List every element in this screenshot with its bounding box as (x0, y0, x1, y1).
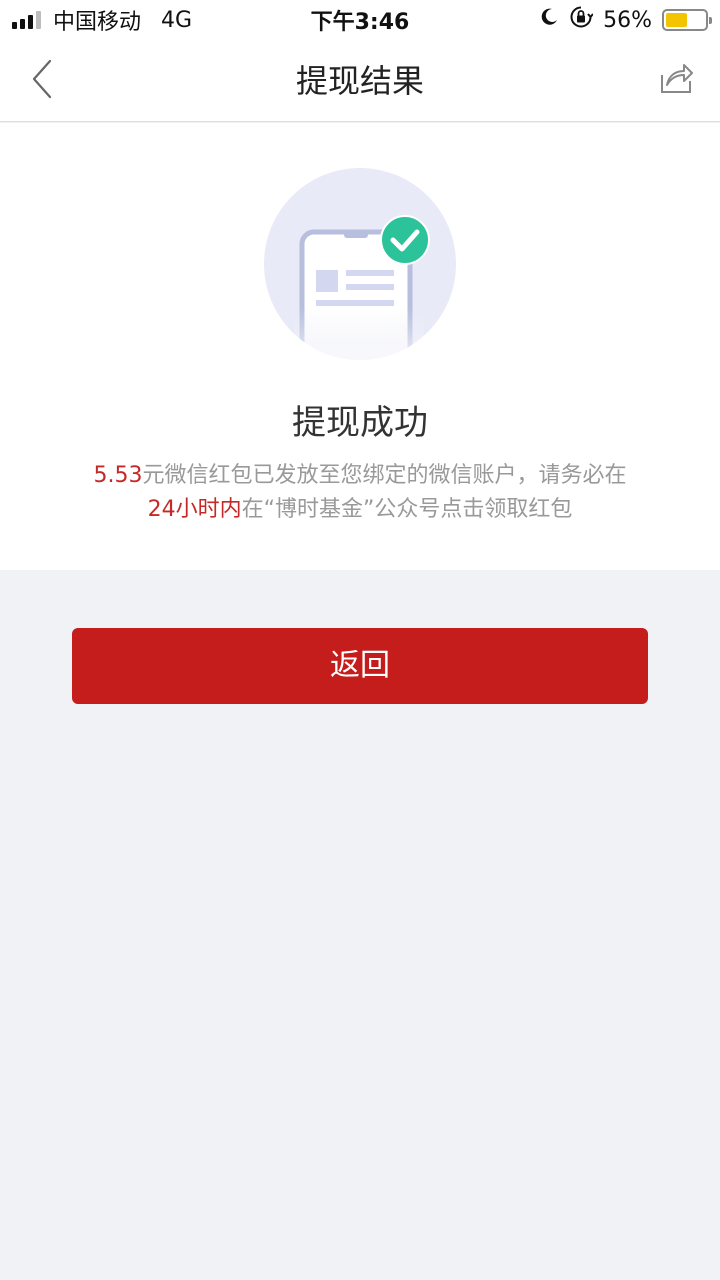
battery-percent: 56% (603, 7, 652, 33)
claim-deadline: 24小时内 (147, 497, 242, 522)
result-title: 提现成功 (292, 403, 428, 443)
share-button[interactable] (656, 60, 696, 100)
status-right: 56% (539, 5, 712, 35)
moon-icon (539, 7, 559, 33)
share-icon (659, 61, 693, 99)
battery-fill (666, 13, 688, 27)
network-label: 4G (161, 7, 193, 33)
result-description: 5.53元微信红包已发放至您绑定的微信账户，请务必在 24小时内在“博时基金”公众… (90, 459, 630, 527)
orientation-lock-icon (569, 5, 594, 35)
signal-icon (12, 11, 41, 29)
nav-bar: 提现结果 (0, 40, 720, 122)
result-section: 提现成功 5.53元微信红包已发放至您绑定的微信账户，请务必在 24小时内在“博时… (0, 123, 720, 570)
carrier-label: 中国移动 (53, 10, 142, 35)
battery-icon (662, 9, 712, 31)
check-icon (380, 215, 430, 265)
return-button[interactable]: 返回 (72, 628, 648, 704)
page-title: 提现结果 (295, 62, 424, 100)
desc-text-2: 在“博时基金”公众号点击领取红包 (241, 497, 573, 522)
status-bar: 中国移动 4G 下午3:46 56% (0, 0, 720, 40)
phone-success-illustration (264, 168, 456, 360)
withdraw-amount: 5.53 (93, 463, 143, 488)
desc-text-1: 元微信红包已发放至您绑定的微信账户，请务必在 (142, 463, 627, 488)
status-left: 中国移动 4G (12, 4, 192, 36)
